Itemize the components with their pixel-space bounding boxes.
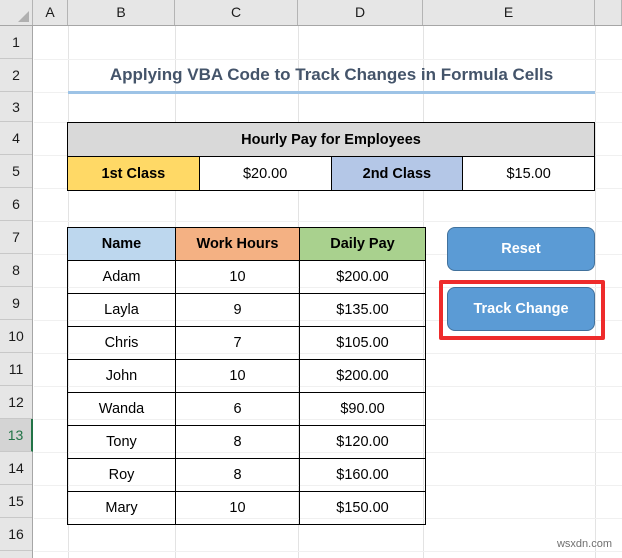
employee-work-hours[interactable]: 10 <box>175 260 300 294</box>
row-header-4[interactable]: 4 <box>0 122 32 155</box>
grid-row-line <box>34 551 622 552</box>
table-row: Mary 10 $150.00 <box>67 491 426 525</box>
employee-daily-pay[interactable]: $160.00 <box>299 458 426 492</box>
table-row: Roy 8 $160.00 <box>67 458 426 492</box>
row-header-3[interactable]: 3 <box>0 92 32 122</box>
employee-table-body: Adam 10 $200.00 Layla 9 $135.00 Chris 7 $105.00 J… <box>67 260 426 525</box>
row-header-9[interactable]: 9 <box>0 287 32 320</box>
employee-work-hours[interactable]: 7 <box>175 326 300 360</box>
employee-name[interactable]: Adam <box>67 260 176 294</box>
column-header-daily-pay: Daily Pay <box>299 227 426 261</box>
track-change-button[interactable]: Track Change <box>447 287 595 331</box>
table-row: John 10 $200.00 <box>67 359 426 393</box>
employee-name[interactable]: Roy <box>67 458 176 492</box>
employee-work-hours[interactable]: 6 <box>175 392 300 426</box>
employee-name[interactable]: Chris <box>67 326 176 360</box>
employee-work-hours[interactable]: 10 <box>175 359 300 393</box>
grid-row-line <box>34 221 622 222</box>
table-row: Wanda 6 $90.00 <box>67 392 426 426</box>
hourly-pay-banner-row: Hourly Pay for Employees <box>67 122 595 157</box>
employee-name[interactable]: Layla <box>67 293 176 327</box>
table-row: Chris 7 $105.00 <box>67 326 426 360</box>
employee-table-header-row: Name Work Hours Daily Pay <box>67 227 426 261</box>
row-header-column: 1 2 3 4 5 6 7 8 9 10 11 12 13 14 15 16 <box>0 26 33 558</box>
class-2-label: 2nd Class <box>330 156 464 191</box>
row-header-8[interactable]: 8 <box>0 254 32 287</box>
page-title: Applying VBA Code to Track Changes in Fo… <box>68 60 595 94</box>
employee-daily-pay[interactable]: $90.00 <box>299 392 426 426</box>
row-header-15[interactable]: 15 <box>0 485 32 518</box>
hourly-pay-banner: Hourly Pay for Employees <box>67 122 595 157</box>
class-1-rate[interactable]: $20.00 <box>198 156 332 191</box>
table-row: Adam 10 $200.00 <box>67 260 426 294</box>
employee-work-hours[interactable]: 8 <box>175 458 300 492</box>
row-header-1[interactable]: 1 <box>0 26 32 59</box>
employee-name[interactable]: Tony <box>67 425 176 459</box>
column-header-name: Name <box>67 227 176 261</box>
column-header-b[interactable]: B <box>68 0 175 25</box>
row-header-10[interactable]: 10 <box>0 320 32 353</box>
row-header-2[interactable]: 2 <box>0 59 32 92</box>
column-header-a[interactable]: A <box>33 0 68 25</box>
employee-name[interactable]: John <box>67 359 176 393</box>
hourly-pay-table: Hourly Pay for Employees 1st Class $20.0… <box>67 122 595 191</box>
employee-work-hours[interactable]: 8 <box>175 425 300 459</box>
employee-daily-pay[interactable]: $120.00 <box>299 425 426 459</box>
spreadsheet-canvas: ABCDE 1 2 3 4 5 6 7 8 9 10 11 12 13 14 15 16 Applying V… <box>0 0 622 558</box>
table-row: Tony 8 $120.00 <box>67 425 426 459</box>
class-1-label: 1st Class <box>67 156 200 191</box>
row-header-11[interactable]: 11 <box>0 353 32 386</box>
employee-daily-pay[interactable]: $105.00 <box>299 326 426 360</box>
employee-name[interactable]: Wanda <box>67 392 176 426</box>
employee-daily-pay[interactable]: $200.00 <box>299 359 426 393</box>
row-header-5[interactable]: 5 <box>0 155 32 188</box>
row-header-12[interactable]: 12 <box>0 386 32 419</box>
employee-daily-pay[interactable]: $135.00 <box>299 293 426 327</box>
column-header-partial[interactable] <box>595 0 622 25</box>
table-row: Layla 9 $135.00 <box>67 293 426 327</box>
hourly-pay-rates-row: 1st Class $20.00 2nd Class $15.00 <box>67 156 595 191</box>
column-header-c[interactable]: C <box>175 0 298 25</box>
employee-work-hours[interactable]: 10 <box>175 491 300 525</box>
employee-daily-pay[interactable]: $150.00 <box>299 491 426 525</box>
class-2-rate[interactable]: $15.00 <box>462 156 595 191</box>
row-header-7[interactable]: 7 <box>0 221 32 254</box>
row-header-16[interactable]: 16 <box>0 518 32 551</box>
reset-button[interactable]: Reset <box>447 227 595 271</box>
employee-name[interactable]: Mary <box>67 491 176 525</box>
employee-work-hours[interactable]: 9 <box>175 293 300 327</box>
row-header-13[interactable]: 13 <box>0 419 33 452</box>
row-header-6[interactable]: 6 <box>0 188 32 221</box>
column-header-work-hours: Work Hours <box>175 227 300 261</box>
watermark: wsxdn.com <box>556 538 612 550</box>
grid-column-line <box>595 26 596 558</box>
column-header-d[interactable]: D <box>298 0 423 25</box>
column-header-e[interactable]: E <box>423 0 595 25</box>
column-header-row: ABCDE <box>0 0 622 26</box>
row-header-14[interactable]: 14 <box>0 452 32 485</box>
select-all-corner[interactable] <box>0 0 33 25</box>
employee-table: Name Work Hours Daily Pay Adam 10 $200.00 L… <box>67 227 426 525</box>
employee-daily-pay[interactable]: $200.00 <box>299 260 426 294</box>
select-all-triangle-icon <box>18 11 29 22</box>
